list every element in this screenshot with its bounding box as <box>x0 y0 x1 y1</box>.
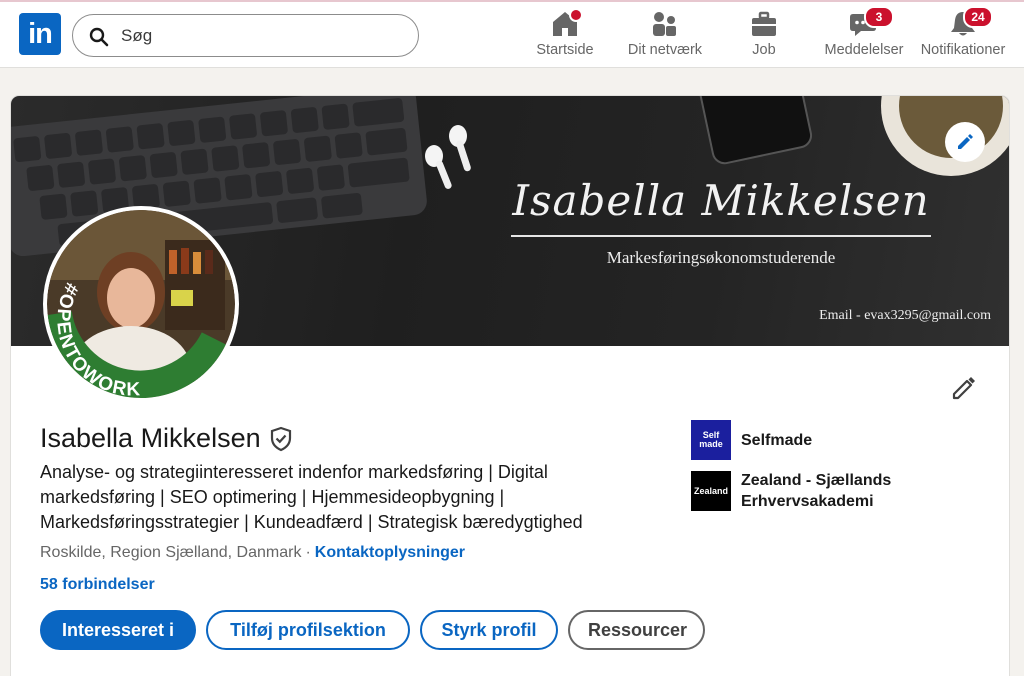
selfmade-logo: Self made <box>691 420 731 460</box>
phone-graphic <box>697 96 813 165</box>
nav-label-messages: Meddelelser <box>824 42 904 58</box>
nav-notifications[interactable]: 24 Notifikationer <box>914 6 1012 64</box>
nav-network[interactable]: Dit netværk <box>622 8 708 64</box>
messages-badge: 3 <box>864 6 894 28</box>
verified-shield-icon[interactable] <box>269 426 293 452</box>
search-icon <box>89 27 109 47</box>
connections-link[interactable]: 58 forbindelser <box>40 576 155 594</box>
resources-button[interactable]: Ressourcer <box>568 610 705 650</box>
home-notification-dot <box>569 8 583 22</box>
org-name-zealand: Zealand - Sjællands Erhvervsakademi <box>741 472 892 510</box>
edit-intro-pencil-icon[interactable] <box>949 372 979 402</box>
contact-info-link[interactable]: Kontaktoplysninger <box>315 544 465 561</box>
plant-graphic <box>881 96 1009 176</box>
add-profile-section-button[interactable]: Tilføj profilsektion <box>206 610 410 650</box>
banner-divider <box>511 235 931 237</box>
linkedin-logo[interactable]: in <box>19 13 61 55</box>
earbuds-graphic <box>425 125 471 189</box>
banner-name-text: Isabella Mikkelsen <box>512 176 930 225</box>
notifications-badge: 24 <box>963 6 993 28</box>
search-input[interactable] <box>121 23 401 49</box>
edit-banner-button[interactable] <box>945 122 985 162</box>
briefcase-icon <box>752 11 776 36</box>
nav-messages[interactable]: 3 Meddelelser <box>820 6 908 64</box>
profile-photo[interactable]: #OPENTOWORK <box>43 206 239 402</box>
nav-label-home: Startside <box>536 42 594 58</box>
banner-subtitle: Markesføringsøkonomstuderende <box>606 248 836 267</box>
profile-photo-image: #OPENTOWORK <box>47 210 235 398</box>
banner-email: Email - evax3295@gmail.com <box>819 308 991 323</box>
org-item-selfmade[interactable]: Self made Selfmade <box>691 420 812 460</box>
profile-name-row: Isabella Mikkelsen <box>40 423 293 454</box>
profile-location-row: Roskilde, Region Sjælland, Danmark · Konta… <box>40 544 465 562</box>
org-item-zealand[interactable]: Zealand Zealand - Sjællands Erhvervsakad… <box>691 470 931 512</box>
nav-label-notifications: Notifikationer <box>920 42 1006 58</box>
interested-in-button[interactable]: Interesseret i <box>40 610 196 650</box>
profile-location: Roskilde, Region Sjælland, Danmark <box>40 544 302 561</box>
profile-headline: Analyse- og strategiinteresseret indenfo… <box>40 462 583 532</box>
top-navigation-bar: in Startside Dit netværk <box>0 0 1024 68</box>
nav-label-network: Dit netværk <box>627 42 703 58</box>
location-separator: · <box>305 544 311 561</box>
search-box[interactable] <box>72 14 419 57</box>
nav-home[interactable]: Startside <box>530 8 600 64</box>
boost-profile-button[interactable]: Styrk profil <box>420 610 558 650</box>
profile-card: Isabella Mikkelsen Markesføringsøkonomst… <box>11 96 1009 676</box>
zealand-logo: Zealand <box>691 471 731 511</box>
pencil-icon <box>958 134 973 149</box>
network-icon <box>653 12 676 36</box>
nav-jobs[interactable]: Job <box>734 8 794 64</box>
org-name-selfmade: Selfmade <box>741 431 813 449</box>
nav-label-jobs: Job <box>752 42 776 58</box>
profile-name: Isabella Mikkelsen <box>40 423 261 453</box>
